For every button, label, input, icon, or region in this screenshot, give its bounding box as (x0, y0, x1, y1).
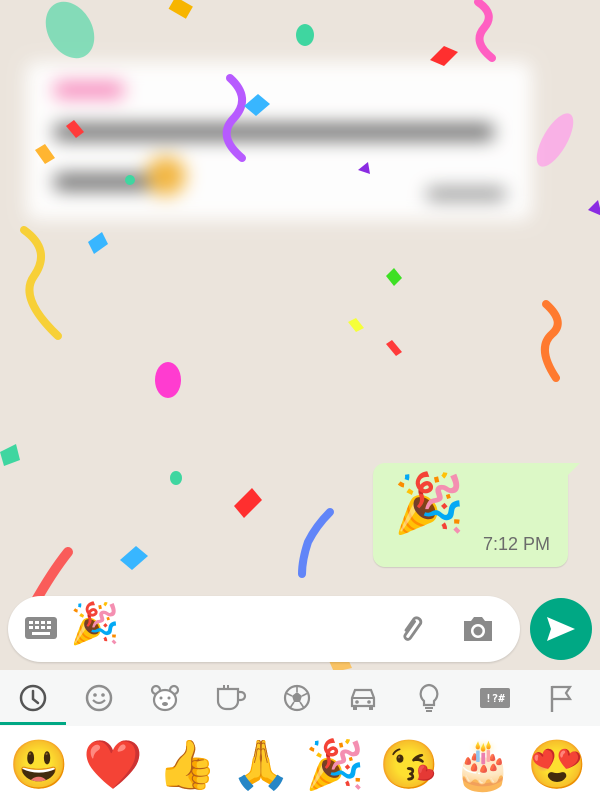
travel-icon[interactable] (330, 670, 396, 726)
emoji-category-tabs: !?# (0, 670, 600, 726)
flags-icon[interactable] (528, 670, 594, 726)
grinning-face-emoji[interactable]: 😃 (6, 732, 72, 800)
face-blowing-kiss-emoji[interactable]: 😘 (376, 732, 442, 800)
send-icon (547, 617, 575, 641)
smileys-icon[interactable] (66, 670, 132, 726)
thumbs-up-emoji[interactable]: 👍 (154, 732, 220, 800)
attach-icon[interactable] (396, 612, 430, 651)
symbols-icon[interactable]: !?# (462, 670, 528, 726)
activity-icon[interactable] (264, 670, 330, 726)
animals-icon[interactable] (132, 670, 198, 726)
food-icon[interactable] (198, 670, 264, 726)
objects-icon[interactable] (396, 670, 462, 726)
camera-icon[interactable] (460, 612, 496, 651)
recent-emoji-row: 😃 ❤️ 👍 🙏 🎉 😘 🎂 😍 (0, 732, 600, 800)
selected-tab-indicator (0, 722, 66, 725)
red-heart-emoji[interactable]: ❤️ (80, 732, 146, 800)
recent-icon[interactable] (0, 670, 66, 726)
birthday-cake-emoji[interactable]: 🎂 (450, 732, 516, 800)
keyboard-icon[interactable] (24, 616, 58, 645)
party-popper-emoji[interactable]: 🎉 (302, 732, 368, 800)
message-timestamp: 7:12 PM (482, 534, 550, 554)
party-popper-emoji: 🎉 (393, 471, 466, 536)
message-input-field[interactable]: 🎉 (70, 604, 120, 644)
folded-hands-emoji[interactable]: 🙏 (228, 732, 294, 800)
outgoing-message-bubble[interactable]: 🎉 7:12 PM (373, 463, 580, 567)
send-button[interactable] (530, 598, 592, 660)
heart-eyes-emoji[interactable]: 😍 (524, 732, 590, 800)
emoji-keyboard: !?# 😃 ❤️ 👍 🙏 🎉 😘 🎂 😍 (0, 670, 600, 800)
message-input-bar[interactable]: 🎉 (8, 596, 520, 662)
blurred-incoming-message (26, 62, 532, 220)
